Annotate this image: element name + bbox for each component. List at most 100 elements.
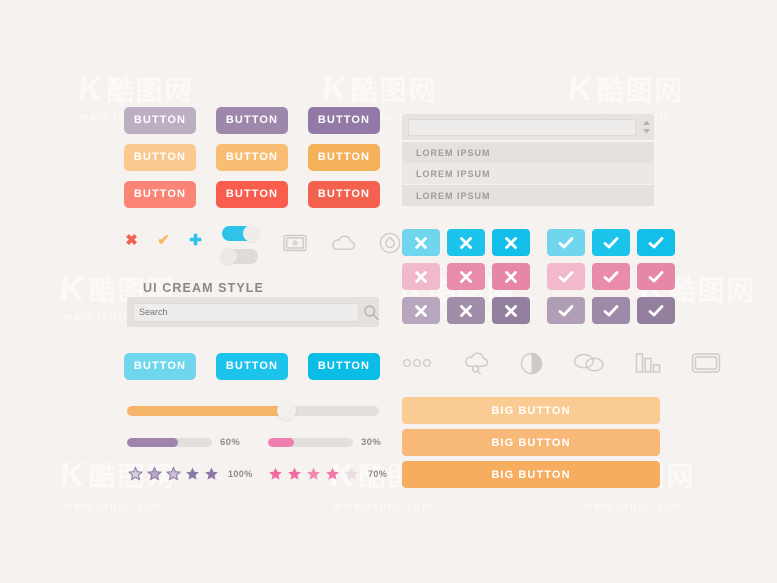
star-icon[interactable] (128, 466, 143, 481)
cross-box-purple-dark[interactable] (492, 297, 530, 324)
cross-icon (415, 304, 427, 317)
watermark-cjk: 酷图网 (596, 76, 684, 106)
star-icon[interactable] (344, 466, 359, 481)
cross-icon (460, 304, 472, 317)
button-purple-light[interactable]: BUTTON (124, 107, 196, 134)
check-box-pink-light[interactable] (547, 263, 585, 290)
check-box-purple-light[interactable] (547, 297, 585, 324)
star-icon[interactable] (325, 466, 340, 481)
star-icon[interactable] (204, 466, 219, 481)
watermark-k-glyph: K (320, 70, 350, 108)
check-box-pink-dark[interactable] (637, 263, 675, 290)
check-icon (558, 304, 574, 316)
number-spinner-field (402, 114, 654, 140)
check-icon (603, 270, 619, 282)
ui-kit-canvas: K酷图网 www.ikutu.com K酷图网 www.ikutu.com K酷… (0, 0, 777, 583)
chat-bubbles-icon[interactable] (573, 353, 605, 373)
cross-icon (505, 270, 517, 283)
button-orange-dark[interactable]: BUTTON (308, 144, 380, 171)
watermark-k-glyph: K (76, 70, 106, 108)
check-box-cyan-dark[interactable] (637, 229, 675, 256)
rating-pink: 70% (268, 466, 387, 481)
check-icon (558, 236, 574, 248)
outline-icon-row-right (402, 351, 721, 375)
star-icon[interactable] (166, 466, 181, 481)
window-icon[interactable] (691, 352, 721, 374)
big-button-dark[interactable]: BIG BUTTON (402, 461, 660, 488)
check-box-cyan-mid[interactable] (592, 229, 630, 256)
watermark-logo: K酷图网 (566, 70, 684, 108)
button-orange-light[interactable]: BUTTON (124, 144, 196, 171)
star-icon[interactable] (268, 466, 283, 481)
progress-track[interactable] (127, 438, 212, 447)
droplet-circle-icon[interactable] (379, 232, 401, 254)
button-cyan-light[interactable]: BUTTON (124, 353, 196, 380)
check-icon (603, 236, 619, 248)
button-purple-dark[interactable]: BUTTON (308, 107, 380, 134)
cross-box-pink-light[interactable] (402, 263, 440, 290)
contrast-circle-icon[interactable] (520, 352, 543, 375)
cross-box-purple-mid[interactable] (447, 297, 485, 324)
checkbox-grid (402, 229, 675, 331)
check-box-purple-dark[interactable] (637, 297, 675, 324)
money-bill-icon[interactable] (283, 234, 307, 252)
mini-icon-row: ✖ ✔ ✚ (124, 233, 203, 248)
watermark-url: www.ikutu.com (64, 501, 164, 513)
toggle-switch-on[interactable] (222, 225, 260, 242)
bar-chart-icon[interactable] (635, 352, 661, 374)
list-item[interactable]: LOREM IPSUM (402, 142, 654, 163)
search-input[interactable] (133, 302, 359, 322)
button-grid: BUTTON BUTTON BUTTON BUTTON BUTTON BUTTO… (124, 107, 392, 218)
spinner-up-down-icon[interactable] (642, 120, 651, 134)
list-item[interactable]: LOREM IPSUM (402, 163, 654, 184)
cross-box-cyan-mid[interactable] (447, 229, 485, 256)
star-icon[interactable] (185, 466, 200, 481)
spinner-input[interactable] (408, 118, 636, 136)
orange-slider[interactable] (127, 401, 379, 420)
star-icon[interactable] (147, 466, 162, 481)
plus-icon[interactable]: ✚ (188, 233, 203, 248)
watermark-cjk: 酷图网 (668, 276, 756, 306)
cross-icon[interactable]: ✖ (124, 233, 139, 248)
button-red-dark[interactable]: BUTTON (308, 181, 380, 208)
watermark-k-glyph: K (566, 70, 596, 108)
cross-box-pink-mid[interactable] (447, 263, 485, 290)
cross-box-cyan-dark[interactable] (492, 229, 530, 256)
button-cyan-mid[interactable]: BUTTON (216, 353, 288, 380)
check-box-pink-mid[interactable] (592, 263, 630, 290)
cloud-icon[interactable] (329, 234, 357, 252)
star-icon[interactable] (287, 466, 302, 481)
cross-box-purple-light[interactable] (402, 297, 440, 324)
search-bar (127, 297, 379, 327)
slider-handle[interactable] (276, 401, 296, 420)
outline-icon-row-left (283, 232, 401, 254)
watermark-cjk: 酷图网 (106, 76, 194, 106)
cloud-search-icon[interactable] (462, 351, 490, 375)
star-icon[interactable] (306, 466, 321, 481)
cross-icon (505, 304, 517, 317)
three-dots-icon[interactable] (402, 358, 432, 368)
progress-track[interactable] (268, 438, 353, 447)
big-button-mid[interactable]: BIG BUTTON (402, 429, 660, 456)
search-icon[interactable] (363, 304, 379, 321)
watermark-k-glyph: K (58, 456, 88, 494)
check-icon[interactable]: ✔ (156, 233, 171, 248)
button-purple-mid[interactable]: BUTTON (216, 107, 288, 134)
button-row-purple: BUTTON BUTTON BUTTON (124, 107, 392, 134)
button-orange-mid[interactable]: BUTTON (216, 144, 288, 171)
big-button-light[interactable]: BIG BUTTON (402, 397, 660, 424)
rating-purple: 100% (128, 466, 253, 481)
toggle-knob (243, 225, 260, 242)
button-cyan-dark[interactable]: BUTTON (308, 353, 380, 380)
cross-box-cyan-light[interactable] (402, 229, 440, 256)
toggle-knob (220, 248, 237, 265)
toggle-switch-off[interactable] (220, 248, 258, 265)
list-item[interactable]: LOREM IPSUM (402, 185, 654, 206)
check-box-purple-mid[interactable] (592, 297, 630, 324)
check-box-cyan-light[interactable] (547, 229, 585, 256)
button-red-mid[interactable]: BUTTON (216, 181, 288, 208)
watermark-cjk: 酷图网 (350, 76, 438, 106)
button-row-red: BUTTON BUTTON BUTTON (124, 181, 392, 208)
button-red-light[interactable]: BUTTON (124, 181, 196, 208)
cross-box-pink-dark[interactable] (492, 263, 530, 290)
